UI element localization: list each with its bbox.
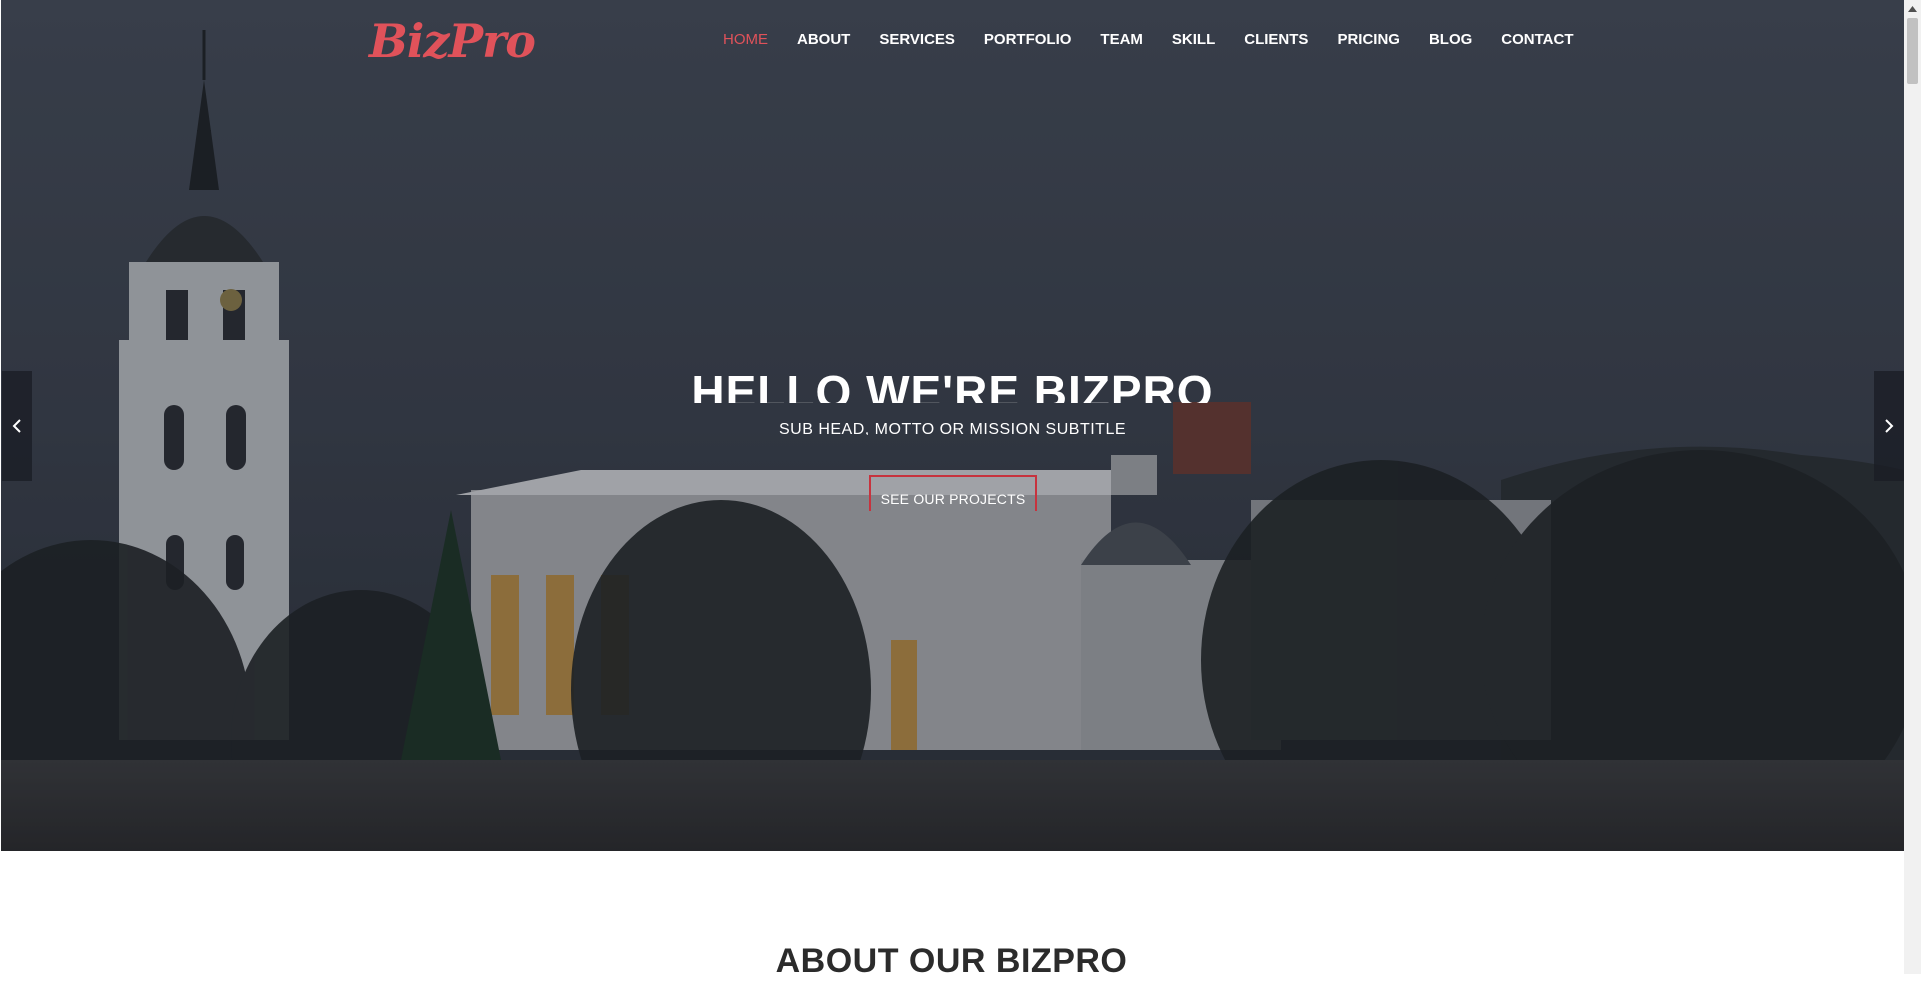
hero-title: HELLO WE'RE BIZPRO xyxy=(691,366,1214,403)
brand-logo[interactable]: BizPro xyxy=(369,14,536,68)
nav-item-services[interactable]: SERVICES xyxy=(879,31,955,48)
main-nav: HOME ABOUT SERVICES PORTFOLIO TEAM SKILL… xyxy=(723,31,1603,48)
about-section-title: ABOUT OUR BIZPRO xyxy=(775,942,1128,980)
nav-item-about[interactable]: ABOUT xyxy=(797,31,850,48)
nav-item-skill[interactable]: SKILL xyxy=(1172,31,1215,48)
nav-item-contact[interactable]: CONTACT xyxy=(1501,31,1573,48)
hero-subtitle: SUB HEAD, MOTTO OR MISSION SUBTITLE xyxy=(778,421,1127,435)
hero-slider: BizPro HOME ABOUT SERVICES PORTFOLIO TEA… xyxy=(1,0,1904,851)
nav-item-portfolio[interactable]: PORTFOLIO xyxy=(984,31,1072,48)
scroll-up-button[interactable] xyxy=(1904,0,1921,17)
nav-item-team[interactable]: TEAM xyxy=(1100,31,1143,48)
see-projects-label: SEE OUR PROJECTS xyxy=(880,491,1026,507)
chevron-right-icon xyxy=(1885,419,1894,433)
nav-item-blog[interactable]: BLOG xyxy=(1429,31,1472,48)
slider-next-button[interactable] xyxy=(1874,371,1904,481)
nav-item-home[interactable]: HOME xyxy=(723,31,768,48)
page-scrollbar[interactable] xyxy=(1904,0,1921,974)
nav-item-clients[interactable]: CLIENTS xyxy=(1244,31,1308,48)
slider-prev-button[interactable] xyxy=(2,371,32,481)
scrollbar-thumb[interactable] xyxy=(1907,18,1918,84)
chevron-left-icon xyxy=(12,419,21,433)
caret-up-icon xyxy=(1908,5,1917,12)
see-projects-button[interactable]: SEE OUR PROJECTS xyxy=(869,475,1037,511)
nav-item-pricing[interactable]: PRICING xyxy=(1337,31,1400,48)
